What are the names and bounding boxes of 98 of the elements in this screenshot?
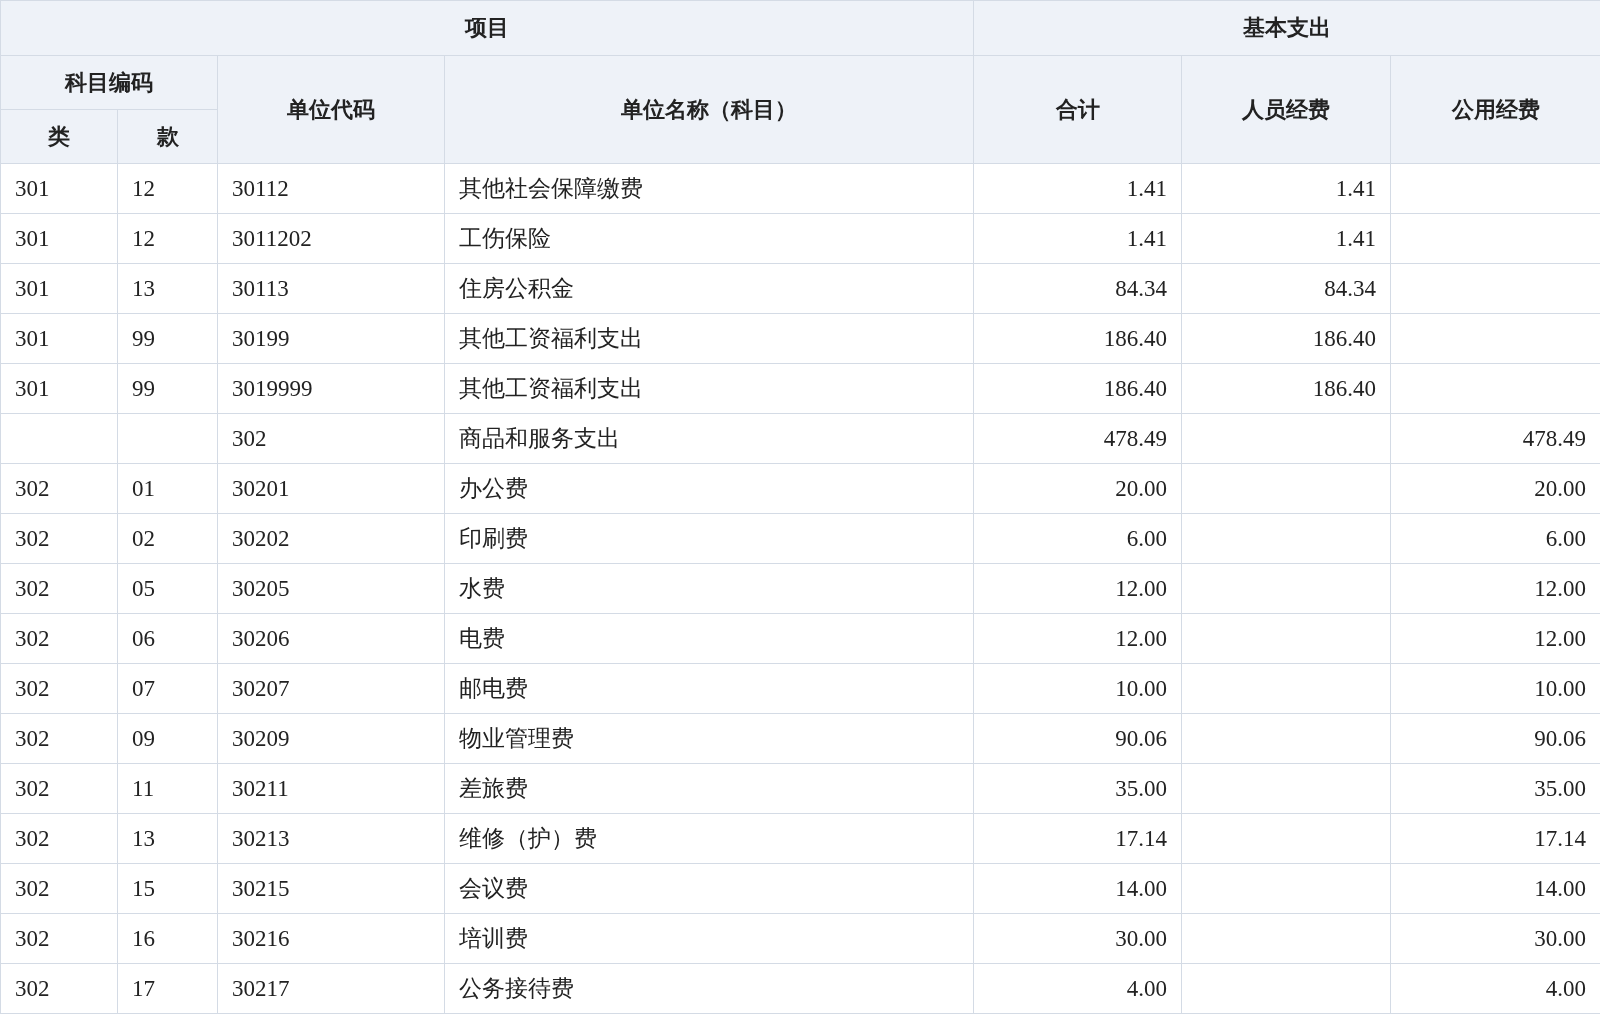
table-cell: 物业管理费: [444, 713, 974, 764]
table-cell: 住房公积金: [444, 263, 974, 314]
table-cell: 30199: [217, 313, 445, 364]
table-cell: 电费: [444, 613, 974, 664]
table-cell: 12: [117, 213, 218, 264]
table-cell: 06: [117, 613, 218, 664]
table-cell: 其他社会保障缴费: [444, 163, 974, 214]
table-cell: 186.40: [973, 313, 1182, 364]
table-cell: 302: [217, 413, 445, 464]
table-cell: 1.41: [1181, 163, 1391, 214]
table-cell: 302: [0, 963, 118, 1014]
table-cell: 商品和服务支出: [444, 413, 974, 464]
table-cell: 99: [117, 313, 218, 364]
table-cell: 99: [117, 363, 218, 414]
table-cell: 05: [117, 563, 218, 614]
table-cell: 13: [117, 813, 218, 864]
table-cell: 工伤保险: [444, 213, 974, 264]
column-header: 合计: [973, 55, 1182, 164]
table-cell: 478.49: [973, 413, 1182, 464]
table-cell: 30209: [217, 713, 445, 764]
column-header: 单位代码: [217, 55, 445, 164]
table-cell: 302: [0, 663, 118, 714]
table-cell: 186.40: [1181, 363, 1391, 414]
table-cell: 302: [0, 463, 118, 514]
column-group-header: 基本支出: [973, 0, 1600, 56]
table-cell: 02: [117, 513, 218, 564]
table-cell: 其他工资福利支出: [444, 363, 974, 414]
table-cell: 培训费: [444, 913, 974, 964]
table-cell: 30202: [217, 513, 445, 564]
table-cell: 16: [117, 913, 218, 964]
table-cell: 30217: [217, 963, 445, 1014]
table-cell: 11: [117, 763, 218, 814]
table-cell: 84.34: [1181, 263, 1391, 314]
column-group-header: 科目编码: [0, 55, 218, 110]
table-cell: 30213: [217, 813, 445, 864]
table-cell: 302: [0, 713, 118, 764]
table-cell: 302: [0, 763, 118, 814]
table-cell: 302: [0, 813, 118, 864]
column-header: 款: [117, 109, 218, 164]
table-cell: 30201: [217, 463, 445, 514]
table-cell: 3011202: [217, 213, 445, 264]
table-cell: 1.41: [973, 163, 1182, 214]
table-cell: 会议费: [444, 863, 974, 914]
table-cell: 30205: [217, 563, 445, 614]
table-cell: 17.14: [973, 813, 1182, 864]
table-cell: 3019999: [217, 363, 445, 414]
table-cell: 印刷费: [444, 513, 974, 564]
table-cell: 07: [117, 663, 218, 714]
table-cell: 84.34: [973, 263, 1182, 314]
table-cell: 公务接待费: [444, 963, 974, 1014]
table-cell: 302: [0, 513, 118, 564]
table-cell: 4.00: [973, 963, 1182, 1014]
table-cell: 09: [117, 713, 218, 764]
table-cell: 301: [0, 213, 118, 264]
table-cell: 301: [0, 363, 118, 414]
table-cell: 301: [0, 163, 118, 214]
table-cell: 30211: [217, 763, 445, 814]
table-cell: 186.40: [1181, 313, 1391, 364]
table-cell: 1.41: [1181, 213, 1391, 264]
table-cell: 其他工资福利支出: [444, 313, 974, 364]
table-cell: 邮电费: [444, 663, 974, 714]
table-cell: 30.00: [973, 913, 1182, 964]
table-cell: 301: [0, 263, 118, 314]
table-cell: 水费: [444, 563, 974, 614]
table-cell: 6.00: [973, 513, 1182, 564]
table-cell: 12.00: [973, 563, 1182, 614]
table-cell: 90.06: [973, 713, 1182, 764]
table-cell: 20.00: [973, 463, 1182, 514]
table-cell: 30113: [217, 263, 445, 314]
table-cell: 12: [117, 163, 218, 214]
column-group-header: 项目: [0, 0, 974, 56]
table-cell: 301: [0, 313, 118, 364]
table-cell: 14.00: [973, 863, 1182, 914]
table-cell: 15: [117, 863, 218, 914]
table-cell: 30207: [217, 663, 445, 714]
column-header: 人员经费: [1181, 55, 1391, 164]
table-cell: 13: [117, 263, 218, 314]
table-cell: 35.00: [973, 763, 1182, 814]
table-cell: 01: [117, 463, 218, 514]
column-header: 公用经费: [1390, 55, 1600, 164]
table-cell: 办公费: [444, 463, 974, 514]
table-cell: 差旅费: [444, 763, 974, 814]
column-header: 单位名称（科目）: [444, 55, 974, 164]
table-cell: 维修（护）费: [444, 813, 974, 864]
table-cell: 302: [0, 613, 118, 664]
table-cell: 10.00: [973, 663, 1182, 714]
table-cell: 302: [0, 913, 118, 964]
table-cell: 1.41: [973, 213, 1182, 264]
column-header: 类: [0, 109, 118, 164]
table-cell: 186.40: [973, 363, 1182, 414]
table-cell: 30216: [217, 913, 445, 964]
table-cell: 30215: [217, 863, 445, 914]
table-cell: 30112: [217, 163, 445, 214]
table-cell: 30206: [217, 613, 445, 664]
table-cell: 17: [117, 963, 218, 1014]
table-cell: 12.00: [973, 613, 1182, 664]
table-cell: 302: [0, 863, 118, 914]
table-cell: 302: [0, 563, 118, 614]
